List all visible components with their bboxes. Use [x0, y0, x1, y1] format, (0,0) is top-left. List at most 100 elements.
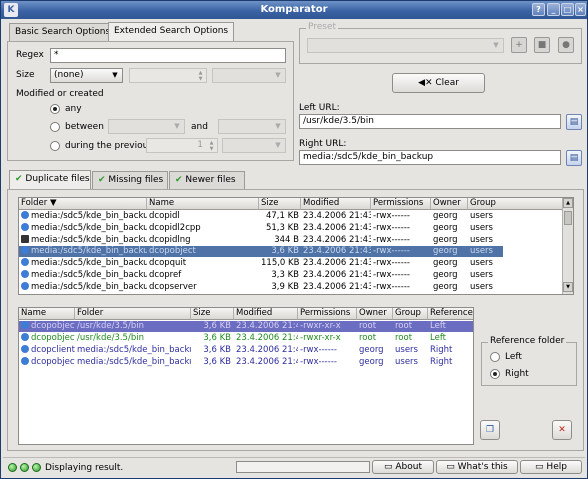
left-url-input[interactable]: /usr/kde/3.5/bin: [299, 114, 561, 129]
col-header-size[interactable]: Size: [191, 308, 234, 320]
search-options-panel: Regex * Size (none) ▼ ▲ ▼ ▼ Modified or c…: [7, 41, 294, 161]
radio-reference-left[interactable]: [490, 352, 500, 362]
clear-icon: ◀✕: [418, 78, 436, 88]
left-folder-open-icon[interactable]: ▤: [566, 114, 582, 130]
duplicates-table[interactable]: Folder ▼ Name Size Modified Permissions …: [18, 197, 574, 295]
date-from-select: ▼: [108, 119, 185, 134]
details-table[interactable]: Name Folder Size Modified Permissions Ow…: [18, 307, 474, 445]
table-row[interactable]: media:/sdc5/kde_bin_backup dcopidl 47,1 KB…: [19, 211, 503, 222]
col-header-owner[interactable]: Owner: [357, 308, 393, 320]
scroll-down-icon[interactable]: ▼: [563, 282, 573, 292]
tab-missing-files[interactable]: ✔ Missing files: [92, 171, 168, 189]
close-icon[interactable]: ×: [575, 3, 586, 16]
col-header-size[interactable]: Size: [259, 198, 301, 210]
save-preset-icon[interactable]: ■: [534, 37, 550, 53]
col-header-permissions[interactable]: Permissions: [298, 308, 357, 320]
table-cell: georg: [359, 345, 384, 355]
tab-extended-search[interactable]: Extended Search Options: [108, 22, 235, 41]
add-preset-icon[interactable]: +: [511, 37, 527, 53]
table-row[interactable]: media:/sdc5/kde_bin_backup dcopserver 3,9 …: [19, 281, 503, 293]
title-bar[interactable]: K Komparator ? _ □ ×: [1, 1, 587, 19]
radio-reference-right[interactable]: [490, 369, 500, 379]
clear-button[interactable]: ◀✕ Clear: [392, 73, 485, 93]
radio-during-previous[interactable]: [50, 141, 60, 151]
help-icon[interactable]: ?: [532, 3, 545, 16]
table-cell: 23.4.2006 21:43: [303, 258, 371, 269]
tab-duplicate-files[interactable]: ✔ Duplicate files: [9, 170, 91, 189]
table-cell: 3,6 KB: [203, 321, 231, 331]
executable-file-icon: [21, 345, 29, 353]
radio-between[interactable]: [50, 122, 60, 132]
minimize-icon[interactable]: _: [547, 3, 560, 16]
col-header-group[interactable]: Group: [393, 308, 428, 320]
results-panel: Folder ▼ Name Size Modified Permissions …: [7, 189, 584, 451]
spin-down-icon: ▼: [209, 146, 214, 152]
col-header-folder[interactable]: Folder ▼: [19, 198, 147, 210]
table-cell: -rwx------: [300, 357, 337, 367]
help-button[interactable]: ▭ Help: [520, 460, 582, 474]
right-url-input[interactable]: media:/sdc5/kde_bin_backup: [299, 150, 561, 165]
delete-preset-icon[interactable]: ●: [558, 37, 574, 53]
radio-any[interactable]: [50, 104, 60, 114]
table-cell: georg: [433, 258, 458, 269]
col-header-modified[interactable]: Modified: [234, 308, 298, 320]
table-cell: 23.4.2006 21:43: [236, 345, 298, 355]
table-cell: Left: [430, 321, 446, 331]
table-row[interactable]: dcopobject/usr/kde/3.5/bin 3,6 KB 23.4.200…: [19, 333, 473, 344]
whats-this-button[interactable]: ▭ What's this: [436, 460, 518, 474]
scroll-thumb[interactable]: [564, 211, 572, 225]
duplicates-scrollbar[interactable]: ▲ ▼: [562, 198, 573, 294]
spin-down-icon: ▼: [198, 76, 203, 82]
about-button[interactable]: ▭ About: [372, 460, 434, 474]
copy-file-icon[interactable]: ❐: [480, 420, 500, 440]
table-cell: users: [470, 246, 493, 257]
col-header-reference[interactable]: Reference: [428, 308, 473, 320]
size-select[interactable]: (none) ▼: [50, 68, 123, 83]
table-row[interactable]: dcopclient media:/sdc5/kde_bin_backup 3,6 …: [19, 345, 473, 356]
table-cell: users: [470, 222, 493, 233]
table-cell: media:/sdc5/kde_bin_backup: [19, 258, 147, 269]
check-icon: ✔: [15, 174, 23, 184]
status-led-icon: [8, 463, 17, 472]
table-cell: dcopobject: [19, 321, 75, 332]
regex-input[interactable]: *: [50, 48, 286, 63]
table-row[interactable]: media:/sdc5/kde_bin_backup dcopquit 115,0 …: [19, 258, 503, 269]
col-header-name[interactable]: Name: [147, 198, 259, 210]
main-window: K Komparator ? _ □ × Basic Search Option…: [0, 0, 588, 479]
table-row[interactable]: media:/sdc5/kde_bin_backup dcopref 3,3 KB 2…: [19, 270, 503, 281]
table-cell: root: [359, 333, 377, 343]
col-header-modified[interactable]: Modified: [301, 198, 371, 210]
table-cell: root: [359, 321, 377, 331]
table-cell: 51,3 KB: [265, 222, 299, 233]
table-cell: -rwx------: [373, 258, 410, 269]
col-header-folder[interactable]: Folder: [75, 308, 191, 320]
right-folder-open-icon[interactable]: ▤: [566, 150, 582, 166]
table-cell: 3,6 KB: [203, 357, 231, 367]
col-header-group[interactable]: Group: [468, 198, 563, 210]
table-cell: georg: [433, 270, 458, 280]
table-cell: dcopclient: [19, 345, 75, 356]
table-row[interactable]: dcopobject media:/sdc5/kde_bin_backup 3,6 …: [19, 357, 473, 368]
status-led-icon: [20, 463, 29, 472]
size-unit-select: ▼: [212, 68, 286, 83]
table-row[interactable]: media:/sdc5/kde_bin_backup dcopidl2cpp 51,…: [19, 222, 503, 234]
table-cell: users: [470, 234, 493, 245]
table-cell: users: [395, 345, 418, 355]
table-row[interactable]: dcopobject/usr/kde/3.5/bin 3,6 KB 23.4.200…: [19, 321, 473, 332]
tab-basic-search[interactable]: Basic Search Options: [9, 23, 117, 41]
delete-file-icon[interactable]: ✕: [552, 420, 572, 440]
table-cell: dcopref: [149, 270, 182, 280]
partial-row: [19, 294, 499, 295]
scroll-up-icon[interactable]: ▲: [563, 198, 573, 208]
col-header-name[interactable]: Name: [19, 308, 75, 320]
reference-folder-label: Reference folder: [488, 336, 567, 346]
maximize-icon[interactable]: □: [561, 3, 574, 16]
col-header-owner[interactable]: Owner: [431, 198, 468, 210]
radio-between-label: between: [65, 122, 104, 132]
table-row[interactable]: media:/sdc5/kde_bin_backup dcopobject 3,6 …: [19, 246, 503, 258]
table-cell: -rwxr-xr-x: [300, 333, 341, 343]
app-icon[interactable]: K: [4, 3, 18, 17]
table-row[interactable]: media:/sdc5/kde_bin_backup dcopidlng 344 B…: [19, 234, 503, 246]
tab-newer-files[interactable]: ✔ Newer files: [169, 171, 245, 189]
col-header-permissions[interactable]: Permissions: [371, 198, 431, 210]
